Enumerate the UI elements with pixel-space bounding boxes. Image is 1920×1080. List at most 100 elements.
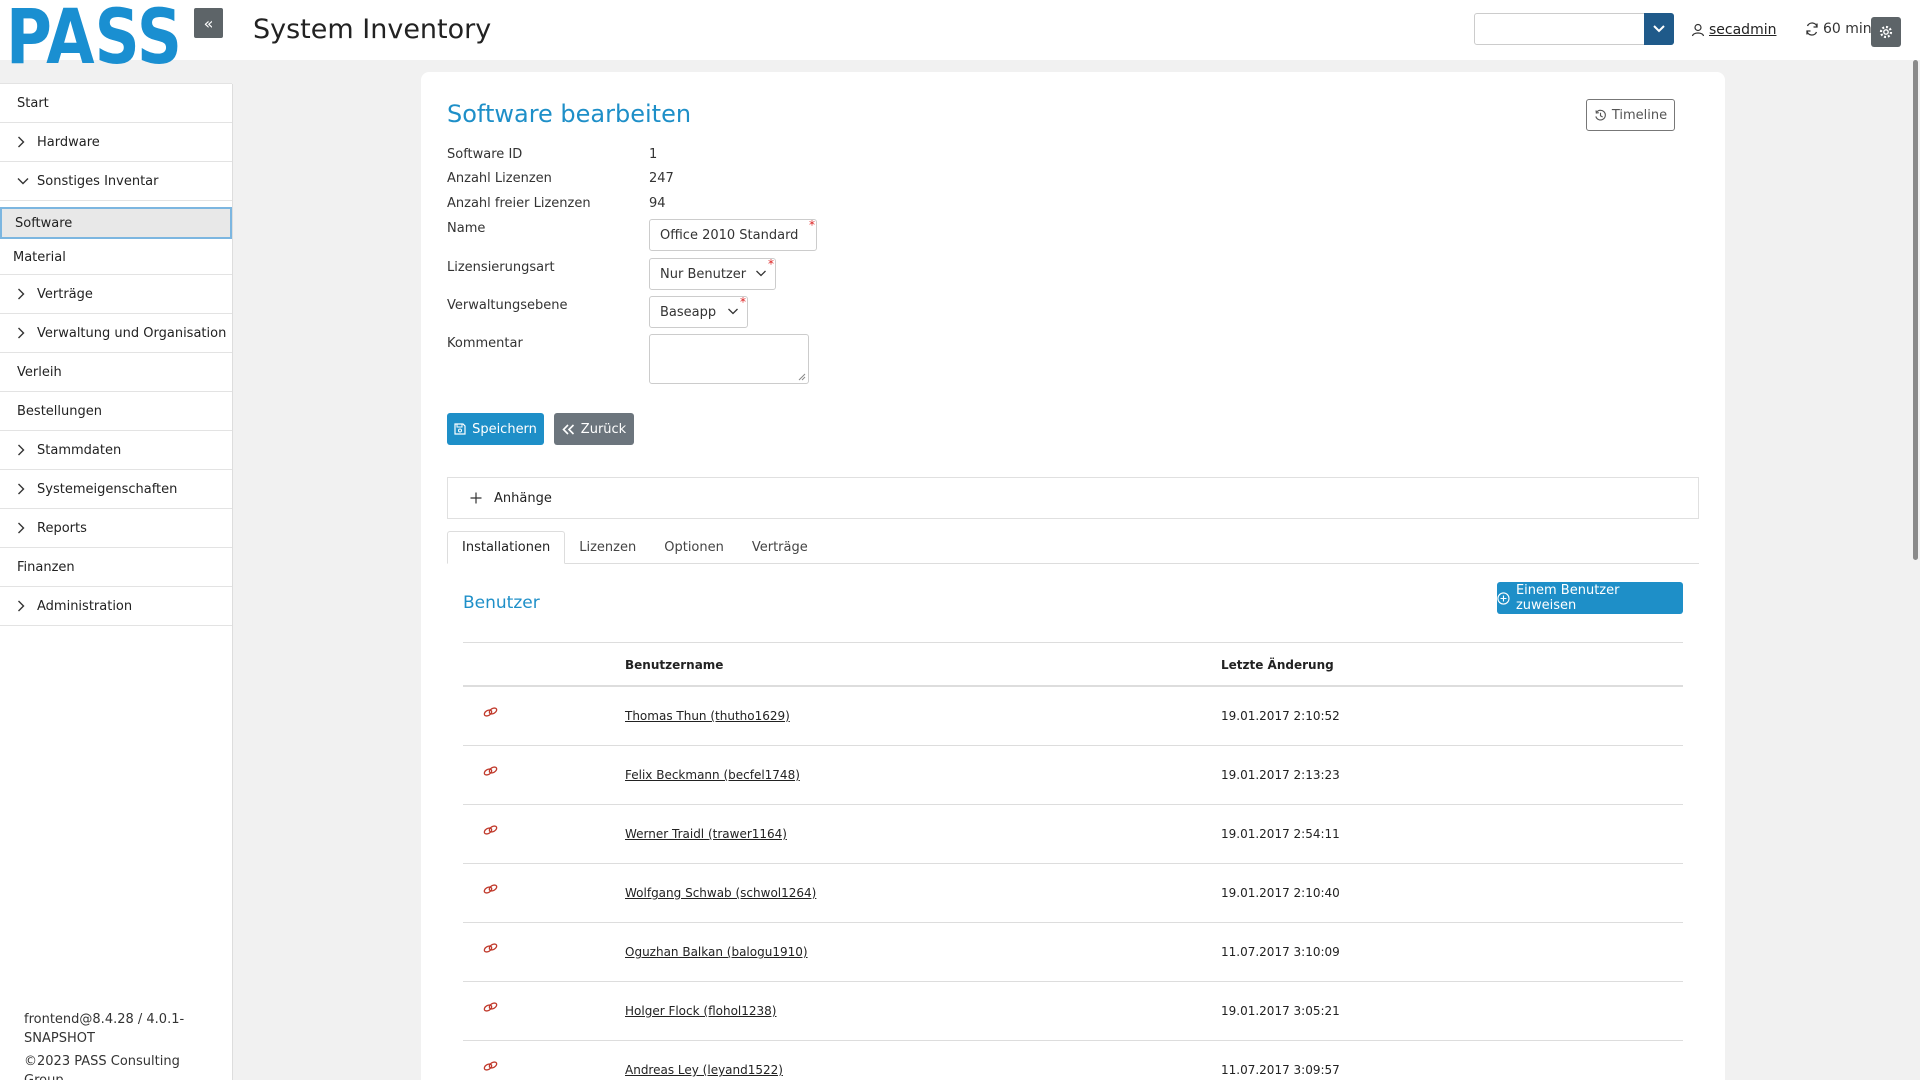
sidebar-item-software[interactable]: Software (0, 207, 232, 239)
app-header: PASS « System Inventory secadmin 60 min (0, 0, 1920, 66)
tab-installationen[interactable]: Installationen (447, 531, 566, 564)
plus-circle-icon (1497, 591, 1510, 605)
double-chevron-left-icon: « (203, 13, 214, 33)
username-link[interactable]: Thomas Thun (thutho1629) (625, 709, 790, 723)
unlink-icon[interactable] (483, 942, 498, 957)
user-icon (1691, 23, 1705, 37)
user-link[interactable]: secadmin (1691, 22, 1776, 38)
chevron-down-icon (755, 267, 767, 283)
unlink-icon[interactable] (483, 1060, 498, 1075)
last-change-date: 19.01.2017 2:13:23 (1221, 768, 1340, 782)
assign-user-button[interactable]: Einem Benutzer zuweisen (1497, 582, 1683, 614)
users-section-title: Benutzer (463, 593, 540, 613)
unlink-icon[interactable] (483, 765, 498, 780)
collapse-sidebar-button[interactable]: « (194, 8, 223, 38)
attachments-accordion[interactable]: Anhänge (447, 477, 1699, 519)
floppy-disk-icon (454, 423, 466, 435)
licensing-label: Lizensierungsart (447, 260, 555, 275)
unlink-icon[interactable] (483, 706, 498, 721)
chevron-right-icon (17, 327, 33, 339)
settings-button[interactable] (1871, 17, 1901, 47)
table-row: Thomas Thun (thutho1629) 19.01.2017 2:10:… (463, 687, 1683, 746)
sidebar-item-verleih[interactable]: Verleih (0, 352, 232, 392)
required-marker: * (809, 218, 815, 232)
save-button[interactable]: Speichern (447, 413, 544, 445)
licensing-select[interactable]: Nur Benutzer (649, 258, 776, 290)
chevron-down-icon[interactable] (1644, 13, 1674, 45)
column-header-last-change[interactable]: Letzte Änderung (1221, 658, 1334, 672)
sidebar-item-vertraege[interactable]: Verträge (0, 274, 232, 314)
free-licenses-label: Anzahl freier Lizenzen (447, 196, 591, 211)
licenses-value: 247 (649, 171, 674, 186)
plus-icon (470, 492, 482, 504)
licenses-label: Anzahl Lizenzen (447, 171, 552, 186)
table-row: Felix Beckmann (becfel1748) 19.01.2017 2:… (463, 746, 1683, 805)
sidebar-item-administration[interactable]: Administration (0, 586, 232, 626)
session-time: 60 min (1823, 21, 1872, 37)
chevron-right-icon (17, 288, 33, 300)
sidebar-item-verwaltung[interactable]: Verwaltung und Organisation (0, 313, 232, 353)
chevron-right-icon (17, 136, 33, 148)
username-link[interactable]: Werner Traidl (trawer1164) (625, 827, 787, 841)
sidebar-item-hardware[interactable]: Hardware (0, 122, 232, 162)
last-change-date: 19.01.2017 2:10:52 (1221, 709, 1340, 723)
table-row: Werner Traidl (trawer1164) 19.01.2017 2:5… (463, 805, 1683, 864)
timeline-button[interactable]: Timeline (1586, 99, 1675, 131)
gear-icon (1879, 25, 1893, 39)
session-timer[interactable]: 60 min (1805, 21, 1872, 37)
table-row: Andreas Ley (leyand1522) 11.07.2017 3:09:… (463, 1041, 1683, 1080)
header-dropdown[interactable] (1474, 13, 1674, 45)
version-info: frontend@8.4.28 / 4.0.1-SNAPSHOT (24, 1012, 185, 1046)
username-link[interactable]: Oguzhan Balkan (balogu1910) (625, 945, 808, 959)
chevron-right-icon (17, 522, 33, 534)
username-link[interactable]: Holger Flock (flohol1238) (625, 1004, 776, 1018)
username[interactable]: secadmin (1709, 22, 1776, 38)
table-row: Holger Flock (flohol1238) 19.01.2017 3:05… (463, 982, 1683, 1041)
comment-textarea[interactable] (649, 334, 809, 384)
chevron-right-icon (17, 444, 33, 456)
sidebar: Start Hardware Sonstiges Inventar Softwa… (0, 83, 233, 1080)
sidebar-item-systemeigenschaften[interactable]: Systemeigenschaften (0, 469, 232, 509)
sidebar-item-stammdaten[interactable]: Stammdaten (0, 430, 232, 470)
column-header-username[interactable]: Benutzername (625, 658, 723, 672)
username-link[interactable]: Felix Beckmann (becfel1748) (625, 768, 800, 782)
tab-lizenzen[interactable]: Lizenzen (565, 531, 650, 564)
software-edit-card: Software bearbeiten Timeline Software ID… (421, 72, 1725, 1080)
sidebar-item-start[interactable]: Start (0, 83, 232, 123)
unlink-icon[interactable] (483, 883, 498, 898)
last-change-date: 19.01.2017 3:05:21 (1221, 1004, 1340, 1018)
sidebar-item-reports[interactable]: Reports (0, 508, 232, 548)
users-table: Benutzername Letzte Änderung Thomas Thun… (463, 642, 1683, 1080)
sidebar-item-finanzen[interactable]: Finanzen (0, 547, 232, 587)
tab-bar: Installationen Lizenzen Optionen Verträg… (447, 531, 1699, 564)
admin-level-select[interactable]: Baseapp (649, 296, 748, 328)
refresh-icon (1806, 22, 1818, 36)
chevron-down-icon (727, 305, 739, 321)
chevron-right-icon (17, 600, 33, 612)
tab-optionen[interactable]: Optionen (650, 531, 738, 564)
admin-level-label: Verwaltungsebene (447, 298, 568, 313)
last-change-date: 11.07.2017 3:10:09 (1221, 945, 1340, 959)
username-link[interactable]: Andreas Ley (leyand1522) (625, 1063, 783, 1077)
table-body: Thomas Thun (thutho1629) 19.01.2017 2:10:… (463, 687, 1683, 1080)
name-input[interactable]: Office 2010 Standard (649, 219, 817, 251)
unlink-icon[interactable] (483, 824, 498, 839)
pass-logo: PASS (6, 6, 182, 66)
unlink-icon[interactable] (483, 1001, 498, 1016)
sidebar-footer: frontend@8.4.28 / 4.0.1-SNAPSHOT ©2023 P… (24, 1010, 214, 1080)
free-licenses-value: 94 (649, 196, 666, 211)
table-row: Oguzhan Balkan (balogu1910) 11.07.2017 3:… (463, 923, 1683, 982)
sidebar-item-material[interactable]: Material (0, 239, 232, 275)
resize-handle-icon[interactable] (798, 373, 806, 381)
username-link[interactable]: Wolfgang Schwab (schwol1264) (625, 886, 816, 900)
back-button[interactable]: Zurück (554, 413, 634, 445)
svg-text:PASS: PASS (6, 6, 182, 66)
app-title: System Inventory (253, 14, 492, 45)
tab-vertraege[interactable]: Verträge (738, 531, 822, 564)
scrollbar-thumb[interactable] (1913, 60, 1918, 560)
sidebar-item-bestellungen[interactable]: Bestellungen (0, 391, 232, 431)
sidebar-item-sonstiges-inventar[interactable]: Sonstiges Inventar (0, 161, 232, 201)
page-scrollbar[interactable] (1911, 60, 1920, 1080)
rewind-icon (562, 423, 574, 435)
history-icon (1595, 109, 1606, 120)
